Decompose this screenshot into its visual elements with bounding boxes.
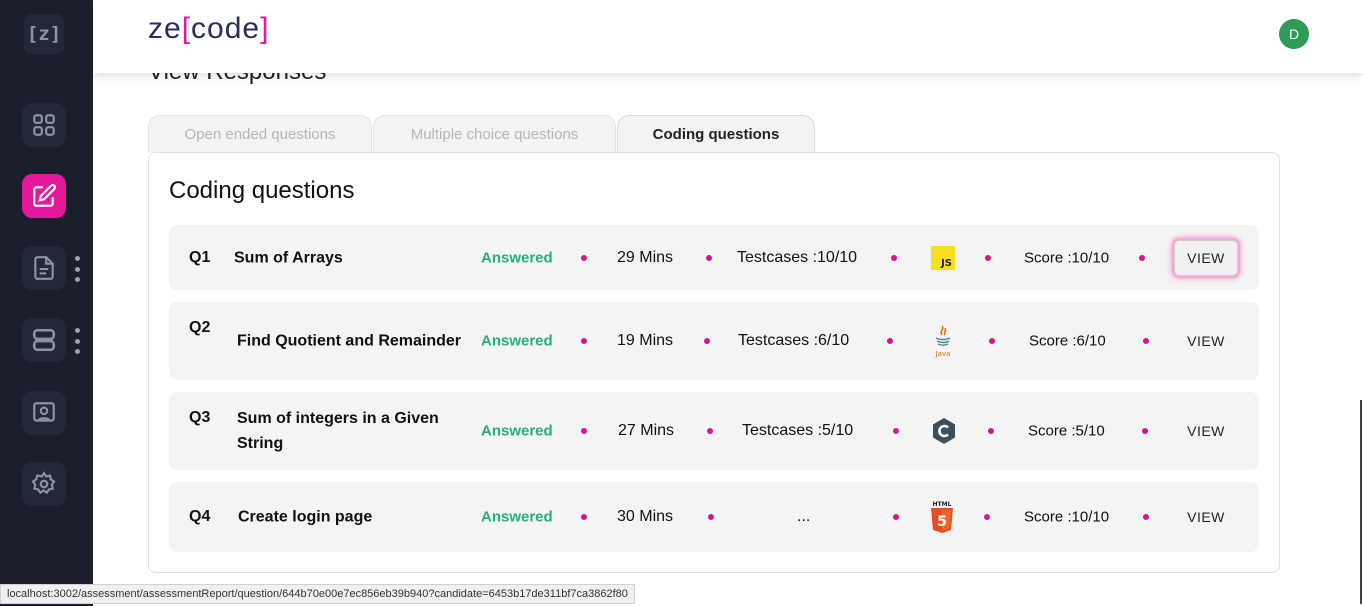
html5-icon: HTML 5 — [928, 501, 956, 533]
svg-text:JS: JS — [940, 258, 952, 269]
duration: 27 Mins — [618, 422, 675, 439]
top-header: ze[code] D — [93, 0, 1363, 73]
panel-title: Coding questions — [169, 177, 355, 204]
status-badge: Answered — [481, 332, 553, 350]
separator-dot — [893, 514, 899, 520]
sidebar-item-settings[interactable] — [22, 462, 66, 506]
separator-dot — [704, 338, 710, 344]
question-row: Q3 Sum of integers in a Given String Ans… — [169, 392, 1259, 470]
view-button[interactable]: VIEW — [1174, 413, 1238, 449]
brand-word: code — [191, 12, 261, 45]
testcases: Testcases :5/10 — [742, 422, 854, 439]
c-lang-icon — [930, 416, 958, 446]
question-number: Q1 — [189, 248, 211, 266]
separator-dot — [1142, 428, 1148, 434]
database-menu-icon[interactable] — [73, 328, 81, 354]
tab-multiple-choice[interactable]: Multiple choice questions — [373, 115, 616, 153]
question-number: Q4 — [189, 508, 211, 525]
separator-dot — [988, 428, 994, 434]
user-avatar[interactable]: D — [1279, 19, 1309, 49]
question-title: Sum of Arrays — [234, 249, 343, 266]
testcases: Testcases :6/10 — [738, 332, 850, 349]
brand-bracket-open: [ — [181, 12, 192, 45]
status-badge: Answered — [481, 249, 553, 266]
separator-dot — [581, 254, 587, 261]
scrollbar-edge[interactable] — [1360, 400, 1362, 604]
testcases: ... — [797, 508, 811, 525]
brand-logo[interactable]: ze[code] — [148, 12, 269, 46]
separator-dot — [581, 514, 587, 520]
document-icon — [34, 256, 54, 280]
separator-dot — [985, 254, 991, 261]
question-title: Create login page — [238, 508, 373, 526]
separator-dot — [893, 428, 899, 434]
svg-text:HTML: HTML — [933, 501, 952, 508]
gear-icon — [31, 471, 56, 495]
grid-icon — [33, 114, 55, 136]
sidebar-item-database[interactable] — [22, 318, 66, 362]
separator-dot — [581, 428, 587, 434]
testcases: Testcases :10/10 — [737, 248, 858, 266]
tab-open-ended[interactable]: Open ended questions — [148, 115, 372, 153]
question-row: Q1 Sum of Arrays Answered 29 Mins Testca… — [169, 225, 1259, 290]
score: Score :10/10 — [1024, 249, 1110, 266]
question-title: Sum of integers in a Given String — [237, 410, 439, 452]
duration: 29 Mins — [617, 248, 674, 266]
java-icon: Java — [929, 325, 957, 358]
sidebar-item-reports[interactable] — [22, 246, 66, 290]
sidebar: [z] — [0, 0, 93, 606]
status-badge: Answered — [481, 422, 553, 440]
brand-bracket-close: ] — [260, 12, 270, 45]
reports-menu-icon[interactable] — [73, 256, 81, 282]
question-number: Q2 — [189, 319, 211, 336]
status-badge: Answered — [481, 508, 553, 526]
score: Score :10/10 — [1024, 508, 1110, 526]
view-button[interactable]: VIEW — [1174, 499, 1238, 535]
svg-text:5: 5 — [937, 514, 947, 530]
separator-dot — [708, 514, 714, 520]
duration: 19 Mins — [617, 332, 674, 349]
app-root: [z] ze[code] D Open ended questions Mult… — [0, 0, 1363, 606]
brand-prefix: ze — [148, 12, 182, 45]
separator-dot — [891, 254, 897, 261]
separator-dot — [707, 428, 713, 434]
question-number: Q3 — [189, 409, 211, 426]
separator-dot — [706, 254, 712, 261]
monitor-icon — [33, 402, 55, 422]
question-title: Find Quotient and Remainder — [237, 332, 462, 350]
browser-status-url: localhost:3002/assessment/assessmentRepo… — [0, 584, 635, 604]
duration: 30 Mins — [617, 508, 674, 525]
coding-questions-panel: Coding questions Q1 Sum of Arrays Answer… — [148, 152, 1280, 573]
separator-dot — [887, 338, 893, 344]
sidebar-logo[interactable]: [z] — [24, 14, 64, 54]
tab-coding[interactable]: Coding questions — [617, 115, 815, 153]
sidebar-item-assessments[interactable] — [22, 174, 66, 218]
sidebar-item-proctoring[interactable] — [22, 391, 66, 435]
separator-dot — [1143, 514, 1149, 520]
separator-dot — [984, 514, 990, 520]
view-button[interactable]: VIEW — [1174, 323, 1238, 359]
view-button[interactable]: VIEW — [1174, 239, 1238, 276]
score: Score :5/10 — [1028, 422, 1105, 440]
server-icon — [32, 328, 56, 352]
sidebar-item-dashboard[interactable] — [22, 103, 66, 147]
question-row: Q4 Create login page Answered 30 Mins ..… — [169, 482, 1259, 552]
separator-dot — [581, 338, 587, 344]
javascript-icon: JS — [929, 243, 957, 273]
svg-text:Java: Java — [935, 350, 951, 358]
separator-dot — [1139, 254, 1145, 261]
edit-icon — [33, 184, 56, 207]
separator-dot — [989, 338, 995, 344]
score: Score :6/10 — [1029, 332, 1106, 350]
question-row: Q2 Find Quotient and Remainder Answered … — [169, 302, 1259, 380]
separator-dot — [1143, 338, 1149, 344]
